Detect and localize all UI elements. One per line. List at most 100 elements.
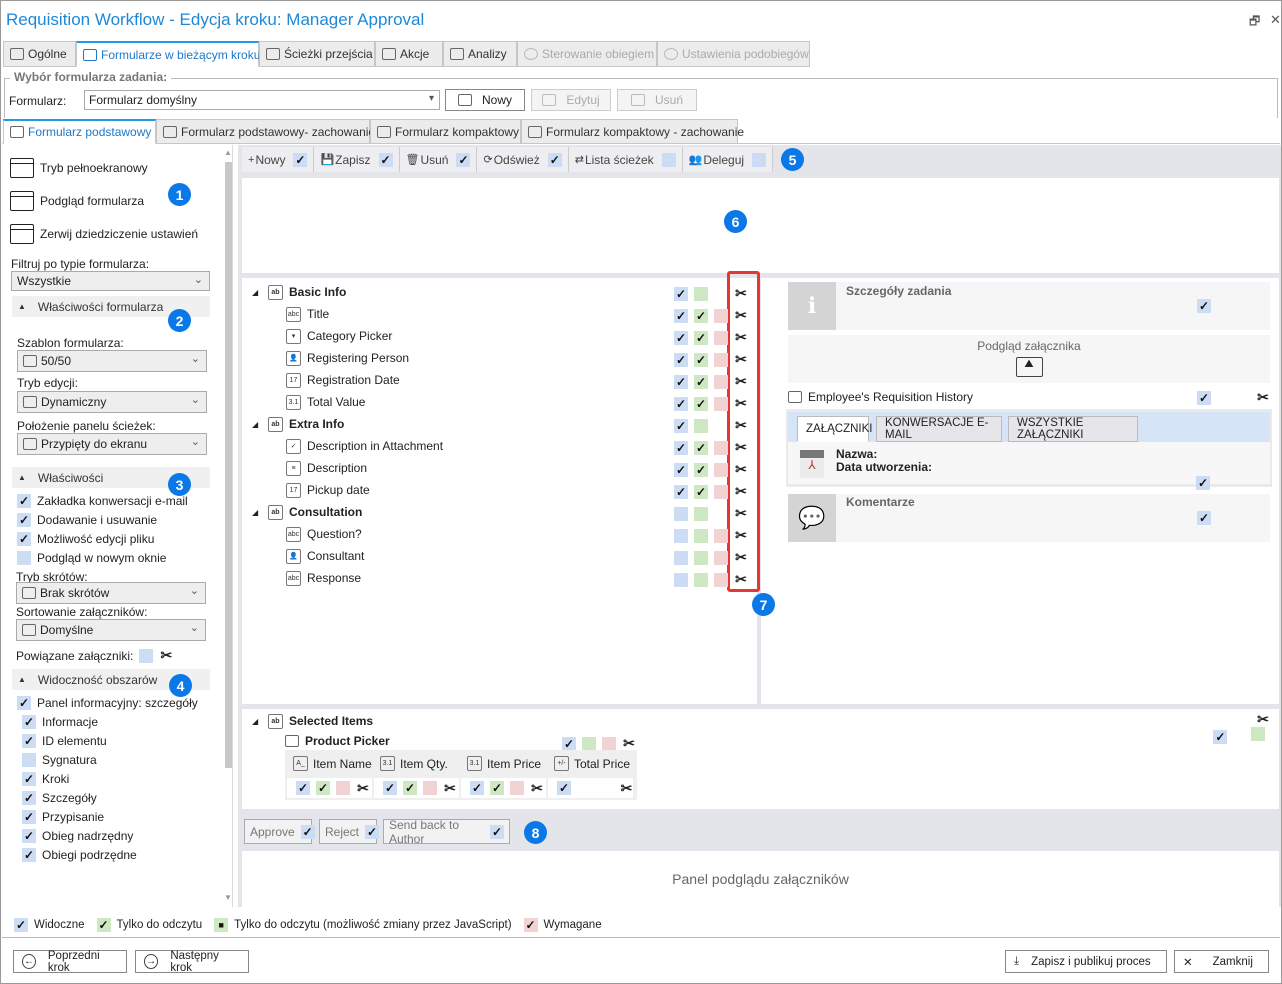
readonly-checkbox[interactable]: ✓ (316, 781, 330, 795)
tools-icon[interactable]: ✂ (734, 527, 748, 544)
column-header[interactable]: 3.1 Item Price (467, 756, 541, 771)
sort-dropdown[interactable]: Domyślne (16, 619, 206, 641)
tree-field[interactable]: ≡ Description ✓ ✓ ✂ (252, 457, 757, 479)
selected-tools-icon[interactable]: ✂ (1256, 711, 1270, 728)
toolbar-trash[interactable]: 🗑 Usuń ✓ (400, 147, 478, 172)
left-scrollbar[interactable] (225, 162, 232, 768)
template-dropdown[interactable]: 50/50 (17, 350, 207, 372)
attachments-visible-checkbox[interactable]: ✓ (1196, 476, 1210, 490)
tree-group-selected-items[interactable]: ◢ ab Selected Items (252, 710, 1272, 732)
property-checkbox[interactable]: ✓ (17, 513, 31, 527)
visibility-checkbox[interactable]: ✓ (17, 696, 31, 710)
history-tools-icon[interactable]: ✂ (1256, 389, 1270, 406)
required-checkbox[interactable] (714, 374, 728, 389)
readonly-checkbox[interactable] (694, 506, 708, 521)
readonly-checkbox[interactable] (694, 528, 708, 543)
visible-checkbox[interactable]: ✓ (296, 781, 310, 795)
visible-checkbox[interactable]: ✓ (674, 308, 688, 323)
attachment-tab-2[interactable]: WSZYSTKIE ZAŁĄCZNIKI (1008, 416, 1138, 442)
tools-icon[interactable]: ✂ (734, 483, 748, 500)
next-step-button[interactable]: → Następny krok (135, 950, 249, 974)
tree-field[interactable]: 👤 Consultant ✂ (252, 545, 757, 567)
tab-1[interactable]: Formularze w bieżącym kroku (76, 41, 260, 67)
tools-icon[interactable]: ✂ (734, 395, 748, 412)
visibility-0[interactable]: ✓ Informacje (22, 715, 98, 729)
delete-form-button[interactable]: Usuń (617, 89, 697, 111)
edit-form-button[interactable]: Edytuj (531, 89, 611, 111)
visible-checkbox[interactable]: ✓ (674, 418, 688, 433)
required-checkbox[interactable] (714, 462, 728, 477)
subtab-1[interactable]: Formularz podstawowy- zachowanie (156, 119, 375, 144)
toolbar-checkbox[interactable]: ✓ (456, 152, 471, 167)
required-checkbox[interactable] (714, 352, 728, 367)
tree-field[interactable]: 👤 Registering Person ✓ ✓ ✂ (252, 347, 757, 369)
visibility-checkbox[interactable]: ✓ (22, 810, 36, 824)
tree-field[interactable]: ▾ Category Picker ✓ ✓ ✂ (252, 325, 757, 347)
previous-step-button[interactable]: ← Poprzedni krok (13, 950, 127, 974)
tree-group[interactable]: ◢ ab Extra Info ✓ ✂ (252, 413, 757, 435)
required-checkbox[interactable] (714, 308, 728, 323)
toolbar-checkbox[interactable]: ✓ (293, 152, 308, 167)
readonly-checkbox[interactable] (582, 736, 596, 751)
visibility-info-panel[interactable]: ✓ Panel informacyjny: szczegóły (17, 696, 198, 710)
toolbar-save[interactable]: 💾 Zapisz ✓ (314, 147, 400, 172)
tree-field[interactable]: abc Question? ✂ (252, 523, 757, 545)
tools-icon[interactable]: ✂ (734, 505, 748, 522)
expand-icon[interactable]: ◢ (252, 420, 268, 429)
toolbar-delegate[interactable]: 👥 Deleguj (683, 147, 774, 172)
property-1[interactable]: ✓ Dodawanie i usuwanie (17, 513, 157, 527)
tools-icon[interactable]: ✂ (620, 780, 633, 797)
readonly-checkbox[interactable]: ✓ (403, 781, 417, 795)
readonly-checkbox[interactable]: ✓ (694, 484, 708, 499)
scroll-up-icon[interactable]: ▲ (224, 148, 232, 157)
tree-field[interactable]: abc Response ✂ (252, 567, 757, 589)
property-checkbox[interactable]: ✓ (17, 494, 31, 508)
visible-checkbox[interactable]: ✓ (674, 462, 688, 477)
visible-checkbox[interactable]: ✓ (557, 781, 571, 795)
visibility-checkbox[interactable]: ✓ (22, 791, 36, 805)
required-checkbox[interactable] (423, 781, 437, 795)
tools-icon[interactable]: ✂ (356, 780, 370, 797)
tools-icon[interactable]: ✂ (734, 329, 748, 346)
readonly-checkbox[interactable]: ✓ (694, 396, 708, 411)
toolbar-checkbox[interactable]: ✓ (547, 152, 562, 167)
visible-checkbox[interactable]: ✓ (674, 286, 688, 301)
toolbar-checkbox[interactable]: ✓ (378, 152, 393, 167)
visibility-checkbox[interactable]: ✓ (22, 829, 36, 843)
visible-checkbox[interactable]: ✓ (674, 374, 688, 389)
readonly-checkbox[interactable]: ✓ (694, 374, 708, 389)
column-header[interactable]: +/- Total Price (554, 756, 630, 771)
tools-icon[interactable]: ✂ (734, 285, 748, 302)
action-2[interactable]: Send back to Author ✓ (383, 818, 510, 846)
readonly-checkbox[interactable]: ✓ (694, 308, 708, 323)
expand-icon[interactable]: ◢ (252, 717, 268, 726)
visible-checkbox[interactable]: ✓ (470, 781, 484, 795)
column-header[interactable]: 3.1 Item Qty. (380, 756, 448, 771)
visibility-checkbox[interactable] (22, 753, 36, 767)
tools-icon[interactable]: ✂ (734, 571, 748, 588)
readonly-checkbox[interactable]: ✓ (694, 462, 708, 477)
tree-group[interactable]: ◢ ab Basic Info ✓ ✂ (252, 281, 757, 303)
required-checkbox[interactable] (714, 396, 728, 411)
new-form-button[interactable]: Nowy (445, 89, 525, 111)
required-checkbox[interactable] (714, 440, 728, 455)
selected-visible-checkbox[interactable]: ✓ (1213, 730, 1228, 744)
selected-readonly-checkbox[interactable] (1250, 727, 1265, 741)
visible-checkbox[interactable]: ✓ (383, 781, 397, 795)
visibility-checkbox[interactable]: ✓ (22, 772, 36, 786)
scroll-down-icon[interactable]: ▼ (224, 893, 232, 902)
close-icon[interactable]: ✕ (1270, 12, 1281, 28)
property-checkbox[interactable] (17, 551, 31, 565)
visibility-7[interactable]: ✓ Obiegi podrzędne (22, 848, 137, 862)
visibility-3[interactable]: ✓ Kroki (22, 772, 69, 786)
tools-icon[interactable]: ✂ (734, 417, 748, 434)
required-checkbox[interactable] (602, 736, 616, 751)
action-visible-checkbox[interactable]: ✓ (490, 824, 504, 839)
toolbar-paths[interactable]: ⇄ Lista ścieżek (569, 147, 683, 172)
product-picker-item[interactable]: Product Picker (285, 734, 390, 748)
required-checkbox[interactable] (714, 484, 728, 499)
tools-icon[interactable]: ✂ (734, 307, 748, 324)
left-action-2[interactable]: Zerwij dziedziczenie ustawień (10, 224, 198, 244)
tree-field[interactable]: 17 Registration Date ✓ ✓ ✂ (252, 369, 757, 391)
tab-6[interactable]: Ustawienia podobiegów (657, 41, 810, 67)
